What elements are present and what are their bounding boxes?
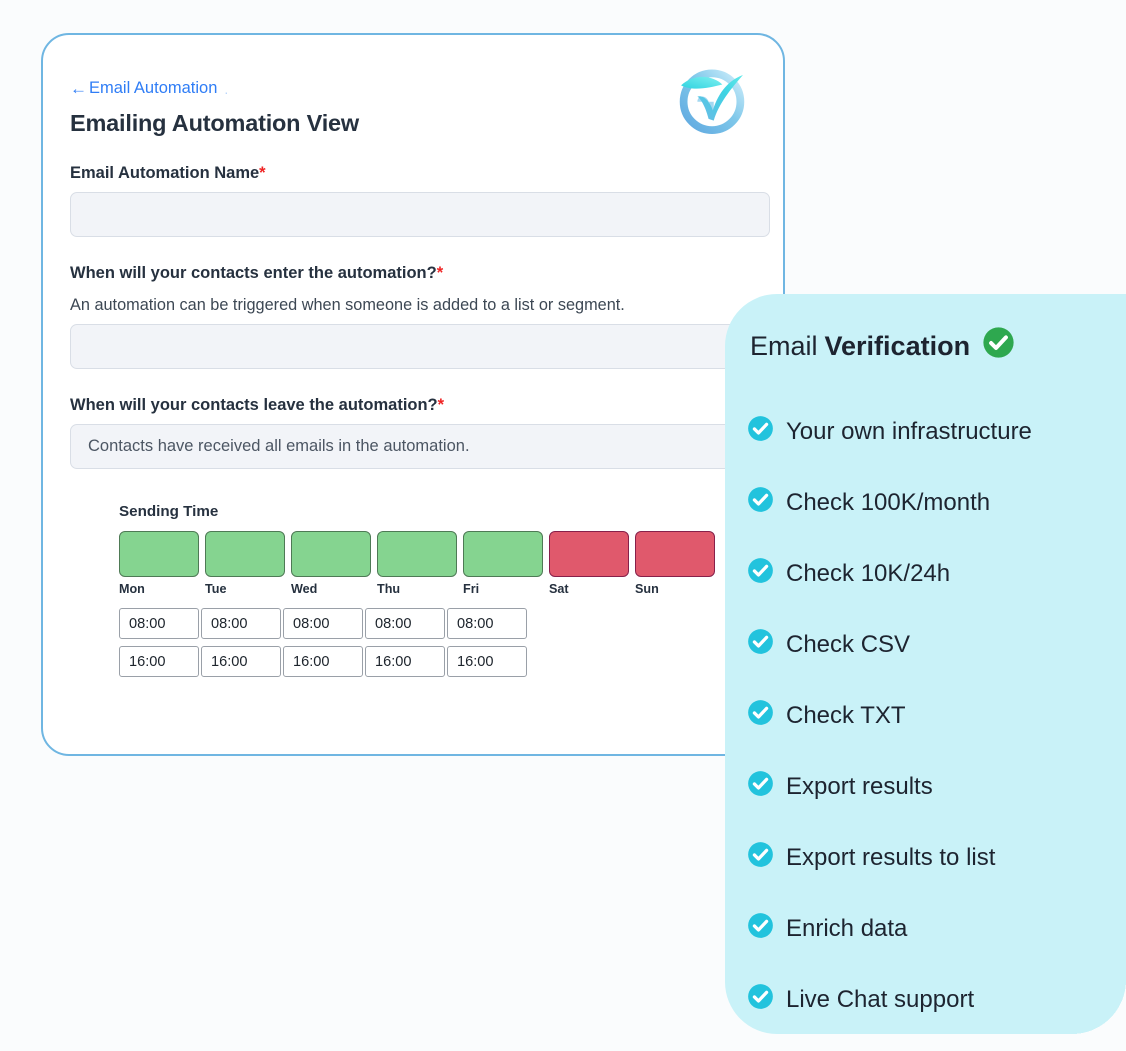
- check-circle-icon: [747, 628, 774, 662]
- time-row: 08:00 08:00 08:00 08:00 08:00: [119, 608, 763, 639]
- check-circle-icon: [982, 326, 1015, 366]
- time-row: 16:00 16:00 16:00 16:00 16:00: [119, 646, 763, 677]
- day-label-mon: Mon: [119, 582, 145, 596]
- breadcrumb-label[interactable]: Email Automation: [89, 80, 217, 97]
- day-column-sat: Sat: [549, 531, 629, 596]
- day-toggle-sat[interactable]: [549, 531, 629, 577]
- day-column-wed: Wed: [291, 531, 371, 596]
- time-input[interactable]: 16:00: [283, 646, 363, 677]
- time-input[interactable]: 08:00: [365, 608, 445, 639]
- check-circle-icon: [747, 841, 774, 875]
- feature-label: Export results to list: [786, 843, 996, 871]
- field-label-leave-automation: When will your contacts leave the automa…: [70, 396, 763, 415]
- feature-label: Enrich data: [786, 914, 908, 942]
- panel-title-light: Email: [750, 330, 818, 361]
- feature-item: Check 100K/month: [747, 467, 1126, 538]
- panel-title: Email Verification: [750, 326, 1126, 366]
- field-label-automation-name: Email Automation Name*: [70, 164, 763, 183]
- day-toggle-sun[interactable]: [635, 531, 715, 577]
- day-label-thu: Thu: [377, 582, 401, 596]
- email-verification-panel: Email Verification Your own infrastructur…: [725, 294, 1126, 1034]
- day-column-thu: Thu: [377, 531, 457, 596]
- automation-card: ← Email Automation . Emailing Automation…: [41, 33, 785, 756]
- check-circle-icon: [747, 486, 774, 520]
- automation-name-input[interactable]: [70, 192, 770, 237]
- required-asterisk: *: [437, 396, 445, 414]
- day-label-sun: Sun: [635, 582, 659, 596]
- feature-label: Check 10K/24h: [786, 559, 951, 587]
- required-asterisk: *: [259, 164, 266, 182]
- field-label-enter-automation: When will your contacts enter the automa…: [70, 264, 763, 283]
- feature-item: Your own infrastructure: [747, 396, 1126, 467]
- field-help-enter-automation: An automation can be triggered when some…: [70, 296, 625, 314]
- feature-label: Check 100K/month: [786, 488, 991, 516]
- check-circle-icon: [747, 557, 774, 591]
- panel-title-bold: Verification: [824, 330, 971, 361]
- check-circle-icon: [747, 983, 774, 1017]
- day-toggle-thu[interactable]: [377, 531, 457, 577]
- sending-time-title: Sending Time: [119, 503, 219, 520]
- check-circle-icon: [747, 912, 774, 946]
- feature-item: Check CSV: [747, 609, 1126, 680]
- time-input[interactable]: 16:00: [201, 646, 281, 677]
- feature-item: Enrich data: [747, 893, 1126, 964]
- feature-list: Your own infrastructure Check 100K/month C…: [747, 396, 1126, 1035]
- time-input[interactable]: 08:00: [447, 608, 527, 639]
- breadcrumb[interactable]: ← Email Automation .: [70, 80, 228, 97]
- feature-label: Your own infrastructure: [786, 417, 1032, 445]
- feature-item: Live Chat support: [747, 964, 1126, 1035]
- sending-time-schedule: Sending Time Mon Tue Wed Thu Fri Sat Sun 08:00…: [119, 503, 763, 677]
- field-label-text: When will your contacts enter the automa…: [70, 264, 437, 282]
- day-column-tue: Tue: [205, 531, 285, 596]
- field-label-text: Email Automation Name: [70, 164, 260, 182]
- enter-automation-select[interactable]: [70, 324, 770, 369]
- day-column-sun: Sun: [635, 531, 715, 596]
- day-toggle-fri[interactable]: [463, 531, 543, 577]
- feature-item: Check TXT: [747, 680, 1126, 751]
- day-toggle-row: Mon Tue Wed Thu Fri Sat Sun: [119, 531, 763, 596]
- day-label-tue: Tue: [205, 582, 227, 596]
- time-input[interactable]: 08:00: [201, 608, 281, 639]
- day-toggle-mon[interactable]: [119, 531, 199, 577]
- page-title: Emailing Automation View: [70, 110, 359, 136]
- day-column-mon: Mon: [119, 531, 199, 596]
- feature-label: Check CSV: [786, 630, 911, 658]
- time-input[interactable]: 16:00: [119, 646, 199, 677]
- day-toggle-wed[interactable]: [291, 531, 371, 577]
- time-input[interactable]: 16:00: [365, 646, 445, 677]
- check-circle-icon: [747, 699, 774, 733]
- leave-automation-select[interactable]: Contacts have received all emails in the…: [70, 424, 770, 469]
- feature-item: Check 10K/24h: [747, 538, 1126, 609]
- time-input[interactable]: 08:00: [119, 608, 199, 639]
- feature-label: Check TXT: [786, 701, 906, 729]
- check-circle-icon: [747, 770, 774, 804]
- feature-label: Live Chat support: [786, 985, 975, 1013]
- required-asterisk: *: [436, 264, 444, 282]
- breadcrumb-tail: .: [224, 80, 229, 97]
- check-circle-icon: [747, 415, 774, 449]
- feature-item: Export results to list: [747, 822, 1126, 893]
- time-input[interactable]: 16:00: [447, 646, 527, 677]
- feature-item: Export results: [747, 751, 1126, 822]
- feature-label: Export results: [786, 772, 933, 800]
- day-toggle-tue[interactable]: [205, 531, 285, 577]
- day-column-fri: Fri: [463, 531, 543, 596]
- day-label-sat: Sat: [549, 582, 569, 596]
- day-label-fri: Fri: [463, 582, 480, 596]
- time-inputs: 08:00 08:00 08:00 08:00 08:00 16:00 16:00 16:00…: [119, 608, 763, 677]
- arrow-left-icon[interactable]: ←: [70, 80, 87, 97]
- field-label-text: When will your contacts leave the automa…: [70, 396, 438, 414]
- day-label-wed: Wed: [291, 582, 318, 596]
- time-input[interactable]: 08:00: [283, 608, 363, 639]
